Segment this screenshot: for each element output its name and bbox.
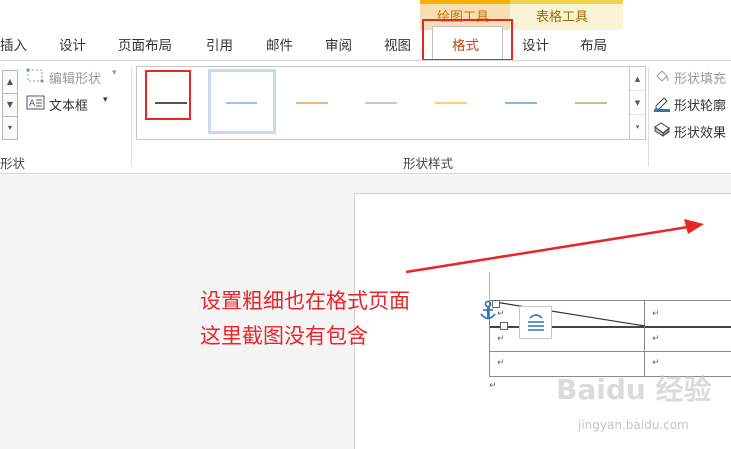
tab-review[interactable]: 审阅 [325, 34, 352, 56]
shape-gallery-more-button[interactable]: ▾ [2, 116, 18, 140]
shape-fill-button[interactable]: 形状填充 [674, 68, 726, 87]
tab-view[interactable]: 视图 [384, 34, 411, 56]
text-box-icon: A [26, 95, 45, 110]
layout-options-button[interactable] [519, 306, 552, 339]
gallery-scroll-up-button[interactable]: ▲ [630, 67, 645, 91]
tab-mailings[interactable]: 邮件 [266, 34, 293, 56]
group-label-shape-styles: 形状样式 [403, 156, 454, 171]
shape-effects-button[interactable]: 形状效果 [674, 122, 726, 141]
cell-end-mark: ↵ [652, 334, 660, 344]
tab-table-design[interactable]: 设计 [522, 34, 549, 56]
table-border [489, 272, 490, 300]
text-box-button[interactable]: 文本框 [49, 95, 88, 114]
cell-end-mark: ↵ [497, 358, 505, 368]
svg-text:A: A [29, 99, 36, 109]
table-tools-label: 表格工具 [536, 10, 589, 25]
cell-end-mark: ↵ [652, 309, 660, 319]
cell-end-mark: ↵ [497, 309, 505, 319]
group-label-shapes: 形状 [0, 156, 26, 171]
gallery-scrollbar: ▲ ▼ ▾ [630, 66, 646, 140]
red-arrow-icon [405, 219, 704, 274]
tab-table-layout[interactable]: 布局 [580, 34, 607, 56]
edit-shape-dropdown-icon[interactable]: ▾ [112, 68, 117, 78]
layout-options-icon [528, 314, 544, 331]
shape-effects-icon [654, 122, 670, 137]
line-style-sample[interactable] [505, 102, 537, 104]
edit-shape-button[interactable]: 编辑形状 [49, 68, 101, 87]
shape-handle[interactable] [500, 322, 508, 330]
line-style-sample[interactable] [226, 102, 257, 104]
tab-insert[interactable]: 插入 [0, 34, 27, 56]
annotation-line-2: 这里截图没有包含 [200, 324, 368, 348]
gallery-scroll-down-button[interactable]: ▼ [630, 91, 645, 115]
group-separator [131, 68, 132, 166]
paint-bucket-icon [656, 70, 669, 82]
cell-end-mark: ↵ [652, 358, 660, 368]
line-style-sample[interactable] [365, 102, 397, 104]
tab-page-layout[interactable]: 页面布局 [118, 34, 172, 56]
line-style-sample[interactable] [296, 102, 328, 104]
group-separator [648, 68, 649, 166]
shape-gallery-up-button[interactable]: ▲ [2, 70, 18, 94]
drawn-line-shape[interactable] [493, 300, 648, 330]
tab-design[interactable]: 设计 [59, 34, 86, 56]
gallery-more-button[interactable]: ▾ [630, 115, 645, 139]
pen-outline-icon [654, 97, 670, 112]
highlight-format-tab [422, 19, 513, 61]
line-style-sample[interactable] [575, 102, 607, 104]
paragraph-mark: ↵ [489, 381, 497, 391]
cell-end-mark: ↵ [497, 334, 505, 344]
tab-references[interactable]: 引用 [206, 34, 233, 56]
annotation-line-1: 设置粗细也在格式页面 [200, 289, 410, 313]
text-box-dropdown-icon[interactable]: ▾ [103, 95, 108, 105]
table-border [489, 351, 731, 352]
shape-handle[interactable] [492, 300, 500, 308]
highlight-style-sample [145, 70, 191, 120]
shape-outline-button[interactable]: 形状轮廓 [674, 95, 726, 114]
baidu-watermark-url: jingyan.baidu.com [578, 418, 689, 432]
edit-shape-icon [26, 68, 44, 83]
line-style-sample[interactable] [435, 102, 467, 104]
baidu-watermark: Baidu 经验 [556, 373, 712, 406]
shape-gallery-down-button[interactable]: ▼ [2, 93, 18, 117]
